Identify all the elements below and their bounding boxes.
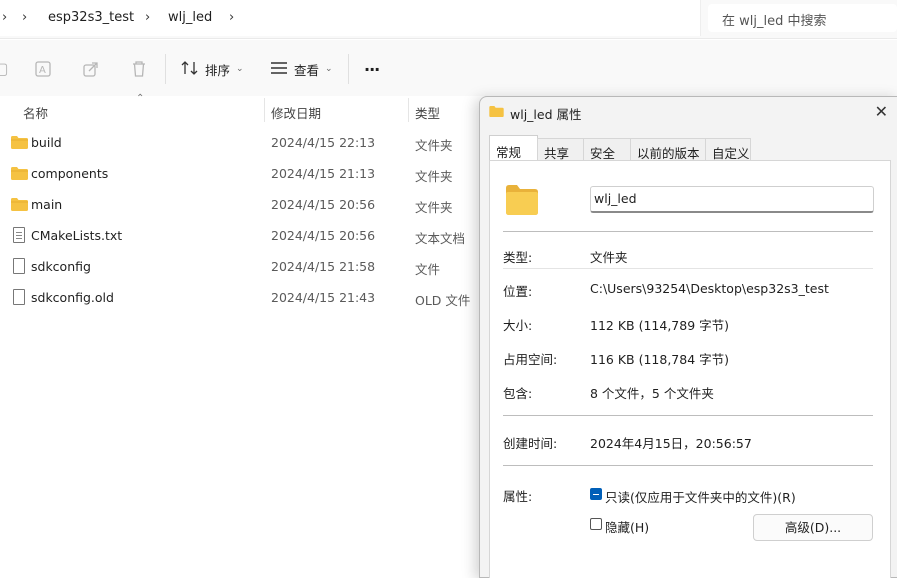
file-name: sdkconfig [31,259,91,274]
file-row-sdkconfig-old[interactable]: sdkconfig.old 2024/4/15 21:43 OLD 文件 [0,282,480,313]
contains-label: 包含: [503,386,533,401]
divider [348,54,349,84]
column-header-date[interactable]: 修改日期 [271,103,321,122]
folder-icon [11,136,28,149]
readonly-label[interactable]: 只读(仅应用于文件夹中的文件)(R) [605,487,796,506]
disk-size-value: 116 KB (118,784 字节) [590,352,729,367]
tab-security[interactable]: 安全 [583,138,631,161]
more-options-button[interactable]: ··· [364,58,380,80]
chevron-right-icon[interactable]: › [22,10,27,25]
column-divider[interactable] [264,98,265,122]
dialog-title: wlj_led 属性 [510,107,582,122]
file-row-components[interactable]: components 2024/4/15 21:13 文件夹 [0,158,480,189]
folder-icon [11,167,28,180]
breadcrumb-item-wlj-led[interactable]: wlj_led [168,10,212,25]
breadcrumb[interactable]: › › esp32s3_test › wlj_led › [0,0,701,36]
sort-icon [181,60,199,79]
file-row-sdkconfig[interactable]: sdkconfig 2024/4/15 21:58 文件 [0,251,480,282]
file-name: build [31,135,62,150]
general-panel: wlj_led 类型: 文件夹 位置: C:\Users\93254\Deskt… [489,160,891,578]
divider [503,268,873,269]
location-value: C:\Users\93254\Desktop\esp32s3_test [590,281,829,296]
column-divider[interactable] [408,98,409,122]
chevron-down-icon: ⌄ [325,64,333,74]
advanced-button[interactable]: 高级(D)... [753,514,873,541]
readonly-checkbox[interactable] [590,488,602,500]
file-icon [13,289,25,305]
divider [503,415,873,416]
file-date: 2024/4/15 20:56 [271,228,376,243]
file-row-main[interactable]: main 2024/4/15 20:56 文件夹 [0,189,480,220]
file-date: 2024/4/15 21:58 [271,259,376,274]
type-label: 类型: [503,250,533,265]
text-file-icon [13,227,25,243]
chevron-down-icon: ⌄ [236,64,244,74]
file-name: CMakeLists.txt [31,228,123,243]
file-type: 文件夹 [415,138,453,153]
folder-icon [11,198,28,211]
file-date: 2024/4/15 21:13 [271,166,376,181]
file-name: components [31,166,109,181]
sort-ascending-icon: ⌃ [136,93,145,104]
file-date: 2024/4/15 20:56 [271,197,376,212]
folder-name-input[interactable]: wlj_led [590,186,874,213]
paste-icon[interactable]: ▢ [0,60,10,78]
folder-icon [489,106,504,117]
hidden-label[interactable]: 隐藏(H) [605,517,649,536]
file-type: 文件 [415,262,441,277]
tab-general[interactable]: 常规 [489,135,538,161]
size-label: 大小: [503,318,533,333]
tab-sharing[interactable]: 共享 [537,138,584,161]
file-type: 文件夹 [415,169,453,184]
svg-text:A: A [39,65,46,76]
command-bar: ▢ A 排序 ⌄ 查看 ⌄ ··· [0,40,897,96]
file-type: 文件夹 [415,200,453,215]
file-list: 名称 ⌃ 修改日期 类型 build 2024/4/15 22:13 文件夹 c… [0,93,480,576]
breadcrumb-item-esp32s3-test[interactable]: esp32s3_test [48,10,134,25]
file-icon [13,258,25,274]
file-date: 2024/4/15 22:13 [271,135,376,150]
close-icon[interactable]: ✕ [875,102,888,121]
properties-dialog: wlj_led 属性 ✕ 常规 共享 安全 以前的版本 自定义 wlj_led … [479,96,897,578]
sort-button[interactable]: 排序 ⌄ [181,58,244,80]
created-value: 2024年4月15日，20:56:57 [590,436,752,451]
share-icon[interactable] [82,60,100,78]
search-placeholder: 在 wlj_led 中搜索 [722,14,827,29]
file-date: 2024/4/15 21:43 [271,290,376,305]
view-button[interactable]: 查看 ⌄ [270,58,333,80]
file-type: OLD 文件 [415,293,471,308]
created-label: 创建时间: [503,436,558,451]
contains-value: 8 个文件，5 个文件夹 [590,386,714,401]
hidden-checkbox[interactable] [590,518,602,530]
type-value: 文件夹 [590,250,628,265]
divider [165,54,166,84]
column-header-name[interactable]: 名称 [23,103,48,122]
file-row-cmakelists[interactable]: CMakeLists.txt 2024/4/15 20:56 文本文档 [0,220,480,251]
file-name: main [31,197,63,212]
attributes-label: 属性: [503,489,533,504]
file-type: 文本文档 [415,231,466,246]
folder-large-icon [506,185,538,215]
column-header-type[interactable]: 类型 [415,103,440,122]
size-value: 112 KB (114,789 字节) [590,318,729,333]
file-row-build[interactable]: build 2024/4/15 22:13 文件夹 [0,127,480,158]
file-name: sdkconfig.old [31,290,114,305]
view-icon [270,61,288,78]
tab-customize[interactable]: 自定义 [705,138,751,161]
chevron-right-icon[interactable]: › [2,10,7,25]
view-label: 查看 [294,62,320,78]
chevron-right-icon[interactable]: › [145,10,150,25]
delete-icon[interactable] [130,60,148,78]
disk-size-label: 占用空间: [503,352,558,367]
tab-previous-versions[interactable]: 以前的版本 [630,138,706,161]
chevron-right-icon[interactable]: › [229,10,234,25]
sort-label: 排序 [205,62,231,78]
address-bar: › › esp32s3_test › wlj_led › 在 wlj_led 中… [0,0,897,39]
search-input[interactable]: 在 wlj_led 中搜索 [708,4,897,32]
rename-icon[interactable]: A [34,60,52,78]
divider [503,465,873,466]
location-label: 位置: [503,284,533,299]
divider [503,231,873,232]
